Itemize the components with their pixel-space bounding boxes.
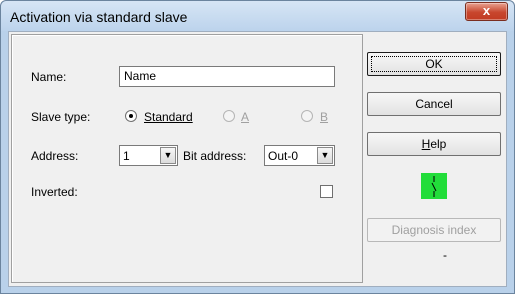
ok-button[interactable]: OK (367, 52, 501, 76)
radio-b-label: B (320, 110, 328, 124)
settings-group: Name: Name Slave type: Standard A B Addr… (11, 34, 363, 283)
bit-address-select-value: Out-0 (268, 149, 299, 163)
help-mnemonic: H (421, 137, 431, 151)
cancel-button[interactable]: Cancel (367, 92, 501, 116)
slave-type-label: Slave type: (31, 110, 91, 124)
radio-b-text: B (320, 110, 329, 124)
focus-rect (371, 56, 497, 72)
radio-a-text: A (241, 110, 250, 124)
switch-contact-svg (431, 176, 437, 197)
diagnosis-index-label: Diagnosis index (391, 223, 477, 237)
address-label: Address: (31, 149, 79, 163)
radio-b[interactable] (301, 110, 313, 122)
chevron-down-icon[interactable]: ▼ (317, 147, 333, 164)
bit-address-select[interactable]: Out-0 ▼ (264, 145, 335, 166)
dialog-window: Activation via standard slave x Name: Na… (0, 0, 515, 294)
address-select-value: 1 (123, 149, 130, 163)
close-icon: x (482, 3, 491, 18)
name-label: Name: (31, 70, 67, 84)
name-input-value: Name (124, 69, 157, 83)
bit-address-label: Bit address: (183, 149, 247, 163)
chevron-down-icon[interactable]: ▼ (160, 147, 176, 164)
diagnosis-index-button[interactable]: Diagnosis index (367, 218, 501, 242)
cancel-button-label: Cancel (415, 97, 453, 111)
help-button-label: Help (421, 137, 447, 151)
close-button[interactable]: x (465, 2, 508, 21)
radio-standard[interactable] (125, 110, 137, 122)
radio-a-label: A (241, 110, 249, 124)
help-button[interactable]: Help (367, 132, 501, 156)
switch-contact-icon (421, 173, 447, 199)
title-bar[interactable]: Activation via standard slave x (1, 1, 514, 31)
address-select[interactable]: 1 ▼ (119, 145, 178, 166)
dialog-body: Name: Name Slave type: Standard A B Addr… (8, 31, 507, 287)
window-title: Activation via standard slave (10, 9, 188, 25)
inverted-checkbox[interactable] (320, 185, 333, 198)
radio-a[interactable] (223, 110, 235, 122)
name-input[interactable]: Name (119, 66, 335, 87)
radio-standard-text: Standard (144, 110, 193, 124)
radio-standard-label[interactable]: Standard (144, 110, 193, 124)
inverted-label: Inverted: (31, 185, 78, 199)
diagnosis-value: - (443, 248, 447, 262)
